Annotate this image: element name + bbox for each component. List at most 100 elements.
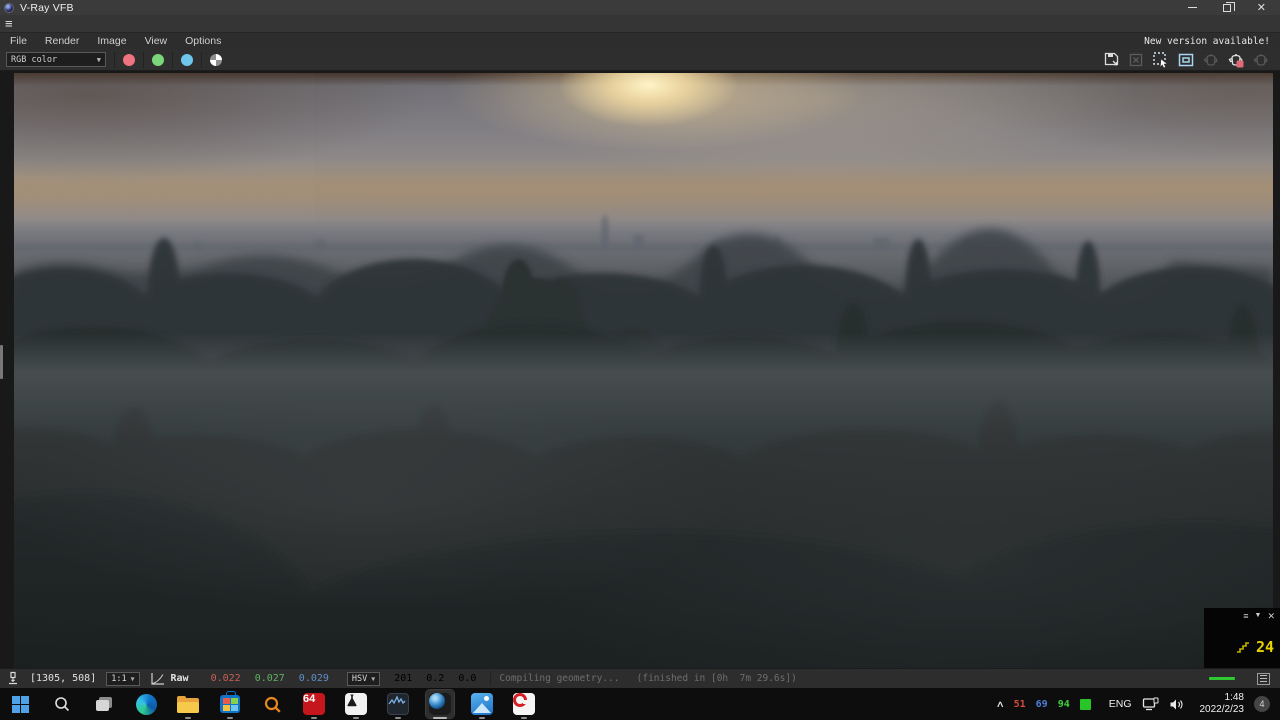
saturation-value: 0.2 [426, 673, 445, 684]
toolbar-divider [172, 51, 173, 68]
chevron-down-icon: ▼ [371, 674, 376, 683]
toolbar-right-icons [1102, 51, 1274, 69]
red-channel-button[interactable] [123, 53, 135, 66]
taskbar-search-button[interactable] [48, 690, 76, 718]
menu-render[interactable]: Render [45, 35, 79, 47]
monitor-value-blue[interactable]: 69 [1036, 699, 1048, 710]
chevron-down-icon: ▼ [130, 674, 135, 683]
clock[interactable]: 1:48 2022/2/23 [1200, 692, 1245, 717]
red-ring-app-button[interactable] [510, 690, 538, 719]
vray-taskbar-button[interactable] [425, 689, 455, 719]
app-64-button[interactable]: 64 [300, 690, 328, 719]
blue-channel-button[interactable] [181, 53, 193, 66]
colorspace-value: HSV [351, 673, 368, 684]
microsoft-store-button[interactable] [216, 690, 244, 719]
photos-button[interactable] [468, 690, 496, 719]
orange-search-icon [264, 696, 281, 713]
value-value: 0.0 [458, 673, 477, 684]
app-64-icon: 64 [303, 693, 325, 715]
menu-view[interactable]: View [145, 35, 168, 47]
green-channel-button[interactable] [152, 53, 164, 66]
display-region-icon[interactable] [1177, 51, 1195, 69]
save-image-icon[interactable] [1102, 51, 1120, 69]
blue-value: 0.029 [298, 673, 329, 684]
render-stop-icon [1252, 51, 1270, 69]
edge-icon [135, 693, 157, 715]
vray-vfb-window: V-Ray VFB ✕ ≡ File Render Image View Opt… [0, 0, 1280, 720]
menu-options[interactable]: Options [185, 35, 221, 47]
panel-splitter-handle[interactable] [0, 345, 3, 379]
task-view-button[interactable] [90, 690, 118, 718]
toolbar-divider [114, 51, 115, 68]
monitor-value-green[interactable]: 94 [1058, 699, 1070, 710]
minimize-icon[interactable] [1187, 6, 1197, 9]
overlay-close-icon[interactable]: ✕ [1267, 611, 1275, 621]
alpha-channel-icon[interactable] [210, 53, 222, 66]
region-render-icon[interactable] [1152, 51, 1170, 69]
vray-app-icon [4, 2, 14, 13]
menu-image[interactable]: Image [97, 35, 126, 47]
notification-badge[interactable]: 4 [1254, 696, 1270, 712]
waveform-icon [387, 693, 409, 715]
flask-app-button[interactable] [342, 690, 370, 719]
taskbar-apps: 64 [6, 689, 538, 719]
network-icon[interactable] [1142, 697, 1159, 711]
overlay-collapse-icon[interactable]: ▼ [1255, 611, 1262, 621]
tone-curve-icon[interactable] [150, 672, 165, 686]
file-explorer-button[interactable] [174, 690, 202, 719]
render-stats-overlay: ≡ ▼ ✕ 24 [1204, 608, 1280, 668]
task-view-icon [96, 697, 112, 711]
windows-logo-icon [11, 695, 29, 713]
system-tray: ∧ 51 69 94 ENG 1:48 2022/2/23 4 [996, 692, 1274, 717]
flask-icon [345, 693, 367, 715]
passes-chart-icon [1236, 642, 1249, 653]
folder-icon [177, 695, 199, 713]
channel-dropdown-value: RGB color [11, 54, 58, 65]
hamburger-icon[interactable]: ≡ [5, 17, 13, 30]
export-image-icon [1127, 51, 1145, 69]
window-controls: ✕ [1187, 1, 1276, 13]
zoom-dropdown[interactable]: 1:1 ▼ [106, 671, 140, 686]
everything-search-button[interactable] [258, 690, 286, 718]
stats-overlay-controls: ≡ ▼ ✕ [1204, 608, 1280, 621]
close-icon[interactable]: ✕ [1257, 2, 1266, 13]
toolbar-divider [143, 51, 144, 68]
photos-icon [471, 693, 493, 715]
render-teapot-icon[interactable] [1227, 51, 1245, 69]
grain-layer [14, 73, 314, 223]
start-button[interactable] [6, 690, 34, 718]
passes-counter: 24 [1236, 638, 1274, 656]
passes-count: 24 [1255, 638, 1274, 656]
progress-bar [1209, 677, 1235, 680]
log-panel-icon[interactable] [1257, 672, 1270, 685]
overlay-menu-icon[interactable]: ≡ [1243, 611, 1248, 621]
language-indicator[interactable]: ENG [1109, 698, 1132, 710]
menu-bar: File Render Image View Options New versi… [0, 33, 1280, 49]
windows-taskbar: 64 ∧ 51 69 94 ENG 1:48 2022/2/23 4 [0, 688, 1280, 720]
green-value: 0.027 [254, 673, 285, 684]
render-status-message: Compiling geometry... (finished in [0h 7… [490, 671, 804, 686]
window-title: V-Ray VFB [20, 1, 74, 14]
color-mode-label[interactable]: Raw [171, 673, 189, 684]
hw-monitor-button[interactable] [384, 690, 412, 719]
colorspace-dropdown[interactable]: HSV ▼ [346, 671, 381, 686]
channel-dropdown[interactable]: RGB color ▼ [6, 52, 106, 67]
chevron-down-icon: ▼ [96, 55, 101, 64]
new-version-notice[interactable]: New version available! [1144, 36, 1270, 47]
red-ring-icon [513, 693, 535, 715]
toolbar-divider [201, 51, 202, 68]
tray-date: 2022/2/23 [1199, 704, 1245, 715]
tray-chevron-icon[interactable]: ∧ [996, 699, 1005, 710]
green-monitor-icon[interactable] [1079, 698, 1091, 710]
render-last-icon [1202, 51, 1220, 69]
pixel-probe-pin-icon[interactable] [6, 671, 20, 686]
monitor-value-red[interactable]: 51 [1014, 699, 1026, 710]
rendered-image[interactable] [14, 73, 1273, 668]
menu-file[interactable]: File [10, 35, 27, 47]
speaker-icon[interactable] [1169, 698, 1184, 711]
title-bar: V-Ray VFB ✕ [0, 0, 1280, 15]
restore-icon[interactable] [1222, 1, 1235, 12]
edge-button[interactable] [132, 690, 160, 718]
quick-access-row: ≡ [0, 15, 1280, 33]
toolbar: RGB color ▼ [0, 49, 1280, 71]
